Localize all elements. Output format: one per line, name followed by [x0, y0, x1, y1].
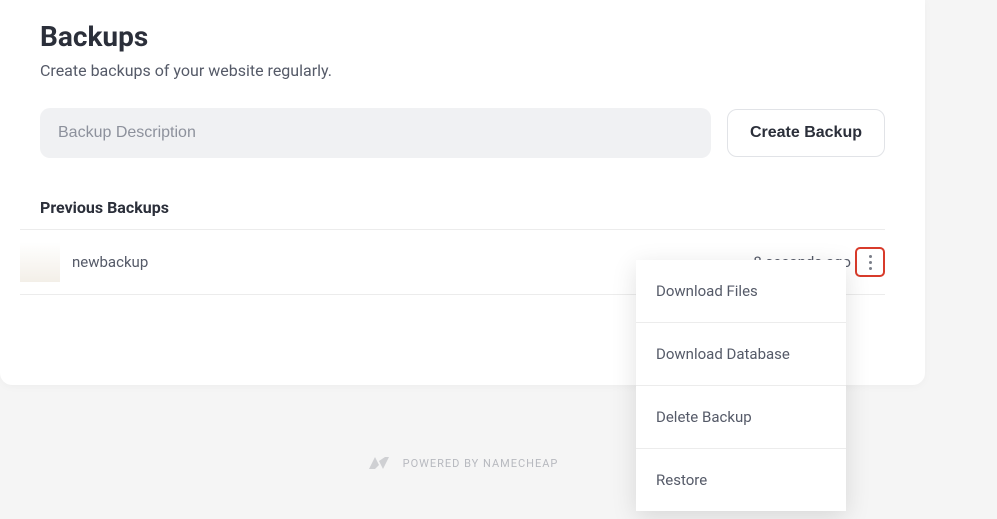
namecheap-logo-icon: [367, 455, 391, 471]
create-backup-button[interactable]: Create Backup: [727, 109, 885, 157]
backup-description-input[interactable]: [40, 108, 711, 158]
backup-actions-menu: Download Files Download Database Delete …: [636, 260, 846, 511]
create-backup-row: Create Backup: [40, 108, 885, 158]
menu-delete-backup[interactable]: Delete Backup: [636, 386, 846, 449]
menu-download-files[interactable]: Download Files: [636, 260, 846, 323]
backup-actions-button[interactable]: [855, 247, 885, 277]
previous-backups-heading: Previous Backups: [40, 198, 885, 217]
page-title: Backups: [40, 20, 885, 53]
backup-thumbnail: [20, 242, 60, 282]
menu-restore[interactable]: Restore: [636, 449, 846, 511]
menu-download-database[interactable]: Download Database: [636, 323, 846, 386]
footer-text: POWERED BY NAMECHEAP: [403, 457, 559, 470]
page-subtitle: Create backups of your website regularly…: [40, 61, 885, 80]
